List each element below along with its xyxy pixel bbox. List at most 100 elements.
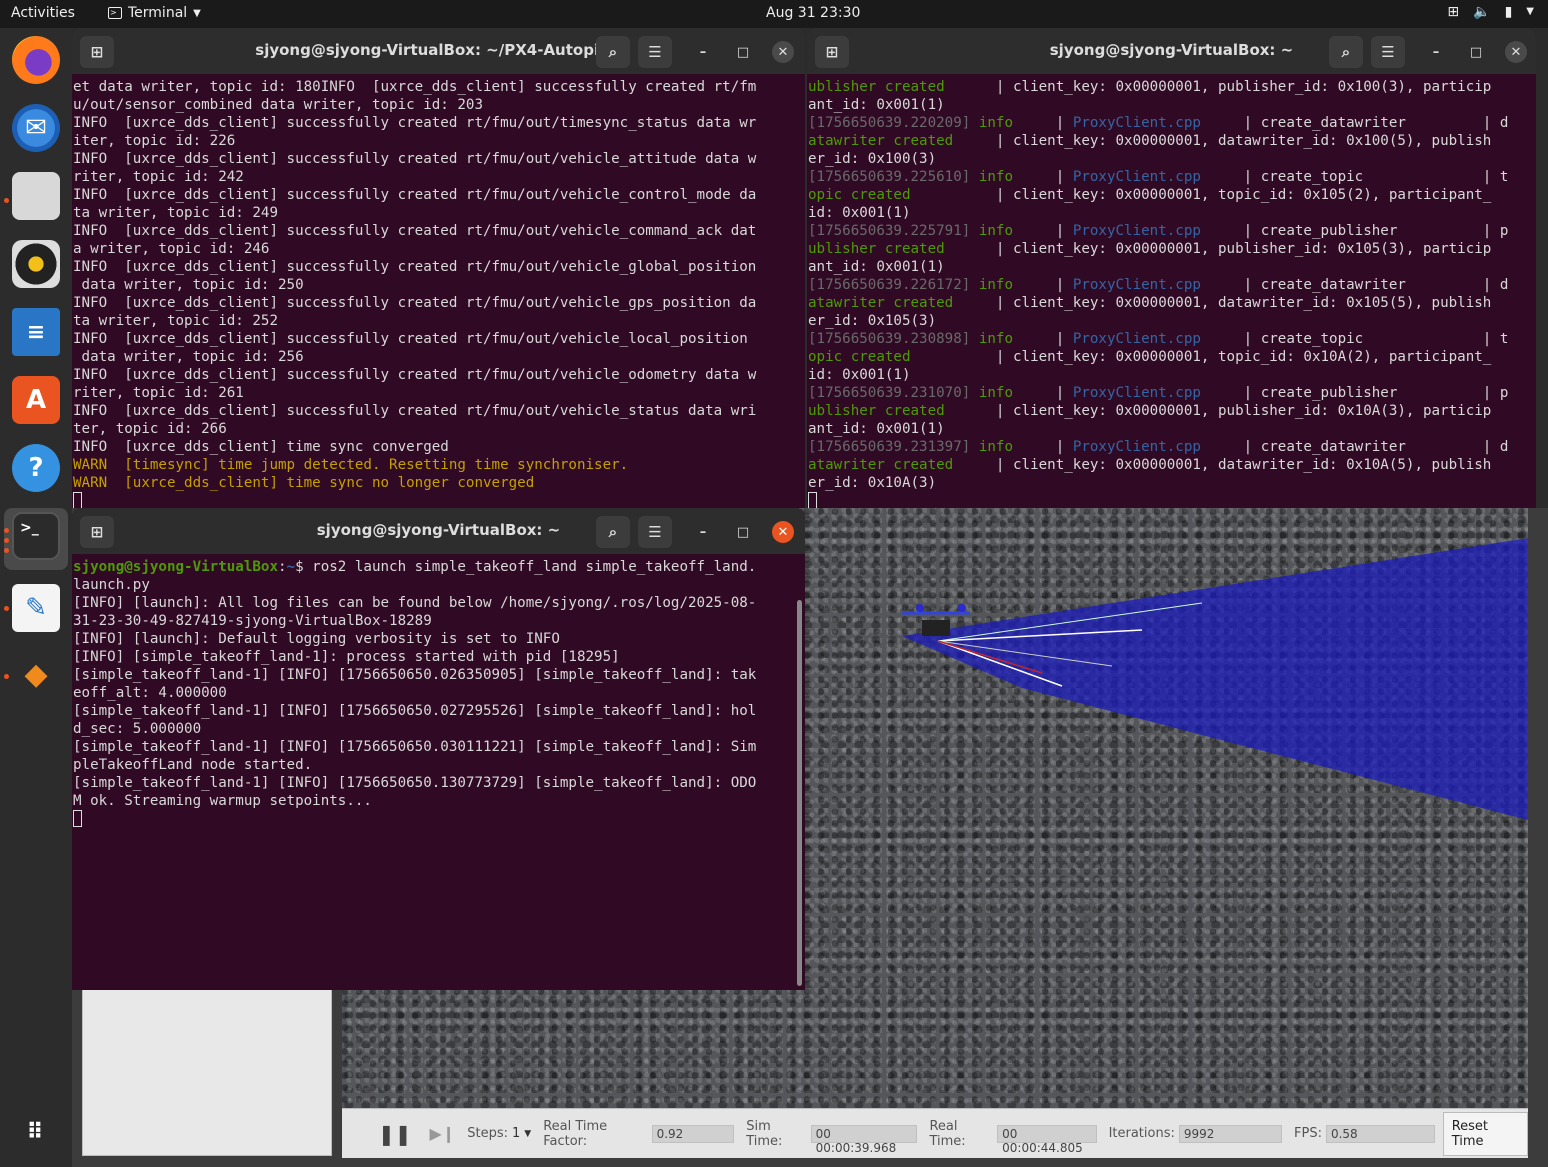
new-tab-button[interactable]: ⊞ [80, 36, 114, 68]
log-message: | client_key: 0x00000001, datawriter_id:… [953, 295, 1492, 311]
output-line: launch.py [73, 577, 150, 593]
minimize-button[interactable]: – [692, 521, 714, 543]
log-level: info [970, 331, 1056, 347]
app-menu[interactable]: > Terminal ▼ [108, 5, 201, 21]
maximize-button[interactable]: □ [732, 521, 754, 543]
qgroundcontrol-icon[interactable]: ◆ [12, 650, 60, 698]
output-line: [simple_takeoff_land-1] [INFO] [17566506… [73, 667, 757, 683]
search-button[interactable]: ⌕ [596, 516, 630, 548]
close-button[interactable]: ✕ [1505, 41, 1527, 63]
log-event: ublisher created [808, 241, 945, 257]
terminal-cursor [808, 492, 817, 508]
output-line: [1756650639.220209] info | ProxyClient.c… [808, 114, 1536, 132]
terminal-window-px4[interactable]: ⊞ sjyong@sjyong-VirtualBox: ~/PX4-Autopi… [72, 28, 805, 508]
log-separator: | [1055, 439, 1073, 455]
menu-button[interactable]: ☰ [638, 516, 672, 548]
log-level: info [970, 115, 1056, 131]
command-text: $ ros2 launch simple_takeoff_land simple… [295, 559, 757, 575]
log-timestamp: [1756650639.225791] [808, 223, 971, 239]
log-message: INFO [uxrce_dds_client] successfully cre… [73, 151, 757, 167]
output-line: INFO [uxrce_dds_client] successfully cre… [73, 402, 805, 420]
log-function: | create_topic | t [1200, 169, 1509, 185]
chevron-down-icon: ▼ [193, 7, 201, 19]
close-button[interactable]: ✕ [772, 521, 794, 543]
step-icon[interactable]: ▶❙ [430, 1124, 456, 1143]
log-message: | client_key: 0x00000001, publisher_id: … [944, 79, 1492, 95]
log-message: INFO [uxrce_dds_client] successfully cre… [73, 367, 757, 383]
terminal-window-agent[interactable]: ⊞ sjyong@sjyong-VirtualBox: ~ ⌕ ☰ – □ ✕ … [807, 28, 1536, 508]
output-line: M ok. Streaming warmup setpoints... [73, 793, 372, 809]
maximize-button[interactable]: □ [1465, 41, 1487, 63]
text-editor-icon[interactable]: ✎ [12, 584, 60, 632]
new-tab-button[interactable]: ⊞ [80, 516, 114, 548]
reset-time-button[interactable]: Reset Time [1442, 1111, 1528, 1156]
titlebar[interactable]: ⊞ sjyong@sjyong-VirtualBox: ~ ⌕ ☰ – □ ✕ [807, 28, 1536, 74]
minimize-button[interactable]: – [1425, 41, 1447, 63]
scrollbar[interactable] [797, 600, 802, 986]
output-line: data writer, topic id: 250 [73, 276, 805, 294]
search-button[interactable]: ⌕ [596, 36, 630, 68]
terminal-cursor [73, 810, 82, 827]
activities-button[interactable]: Activities [11, 5, 75, 21]
show-apps-icon[interactable]: ⠿ [12, 1108, 60, 1156]
menu-button[interactable]: ☰ [1371, 36, 1405, 68]
log-event: ublisher created [808, 79, 945, 95]
help-icon[interactable]: ? [12, 444, 60, 492]
search-icon: ⌕ [608, 43, 618, 61]
libreoffice-writer-icon[interactable]: ≡ [12, 308, 60, 356]
menu-button[interactable]: ☰ [638, 36, 672, 68]
output-line: INFO [uxrce_dds_client] successfully cre… [73, 258, 805, 276]
log-event: ublisher created [808, 403, 945, 419]
running-indicator [4, 538, 9, 543]
output-line: ter, topic id: 266 [73, 420, 805, 438]
rhythmbox-icon[interactable] [12, 240, 60, 288]
titlebar[interactable]: ⊞ sjyong@sjyong-VirtualBox: ~ ⌕ ☰ – □ ✕ [72, 508, 805, 554]
log-level: info [970, 169, 1056, 185]
titlebar[interactable]: ⊞ sjyong@sjyong-VirtualBox: ~/PX4-Autopi… [72, 28, 805, 74]
search-button[interactable]: ⌕ [1329, 36, 1363, 68]
terminal-output[interactable]: sjyong@sjyong-VirtualBox:~$ ros2 launch … [72, 554, 805, 829]
app-menu-label: Terminal [128, 5, 188, 21]
output-line: riter, topic id: 242 [73, 168, 805, 186]
ubuntu-software-icon[interactable]: A [12, 376, 60, 424]
chevron-down-icon[interactable]: ▼ [524, 1129, 531, 1139]
terminal-app-icon: > [108, 7, 122, 19]
steps-value[interactable]: 1 [512, 1126, 520, 1141]
log-timestamp: [1756650639.226172] [808, 277, 971, 293]
log-timestamp: [1756650639.231070] [808, 385, 971, 401]
output-line: [1756650639.225610] info | ProxyClient.c… [808, 168, 1536, 186]
output-line: ant_id: 0x001(1) [808, 96, 1536, 114]
log-message: id: 0x001(1) [808, 367, 911, 383]
log-event: atawriter created [808, 457, 954, 473]
running-indicator [4, 548, 9, 553]
clock[interactable]: Aug 31 23:30 [766, 5, 860, 21]
log-message: INFO [uxrce_dds_client] successfully cre… [73, 187, 757, 203]
output-line: INFO [uxrce_dds_client] successfully cre… [73, 186, 805, 204]
hamburger-icon: ☰ [648, 43, 662, 61]
output-line: INFO [uxrce_dds_client] successfully cre… [73, 222, 805, 240]
files-icon[interactable] [12, 172, 60, 220]
terminal-icon[interactable]: >_ [12, 512, 60, 560]
log-source: ProxyClient.cpp [1072, 115, 1201, 131]
output-line: INFO [uxrce_dds_client] successfully cre… [73, 114, 805, 132]
output-line: INFO [uxrce_dds_client] successfully cre… [73, 330, 805, 348]
system-tray[interactable]: ⊞ 🔈 ▮ ▼ [1447, 4, 1534, 20]
firefox-icon[interactable] [12, 36, 60, 84]
close-button[interactable]: ✕ [772, 41, 794, 63]
log-message: ta writer, topic id: 252 [73, 313, 278, 329]
log-message: INFO [uxrce_dds_client] successfully cre… [73, 115, 757, 131]
log-timestamp: [1756650639.225610] [808, 169, 971, 185]
terminal-output[interactable]: et data writer, topic id: 180INFO [uxrce… [72, 74, 805, 508]
maximize-button[interactable]: □ [732, 41, 754, 63]
steps-label: Steps: [467, 1126, 508, 1141]
rtf-label: Real Time Factor: [543, 1118, 608, 1149]
output-line: er_id: 0x10A(3) [808, 474, 1536, 492]
terminal-output[interactable]: ublisher created | client_key: 0x0000000… [807, 74, 1536, 508]
new-tab-button[interactable]: ⊞ [815, 36, 849, 68]
log-separator: | [1055, 115, 1073, 131]
minimize-button[interactable]: – [692, 41, 714, 63]
thunderbird-icon[interactable]: ✉ [12, 104, 60, 152]
pause-icon[interactable]: ❚❚ [378, 1122, 412, 1146]
log-level: WARN [timesync] [73, 457, 219, 473]
terminal-window-ros2[interactable]: ⊞ sjyong@sjyong-VirtualBox: ~ ⌕ ☰ – □ ✕ … [72, 508, 805, 990]
